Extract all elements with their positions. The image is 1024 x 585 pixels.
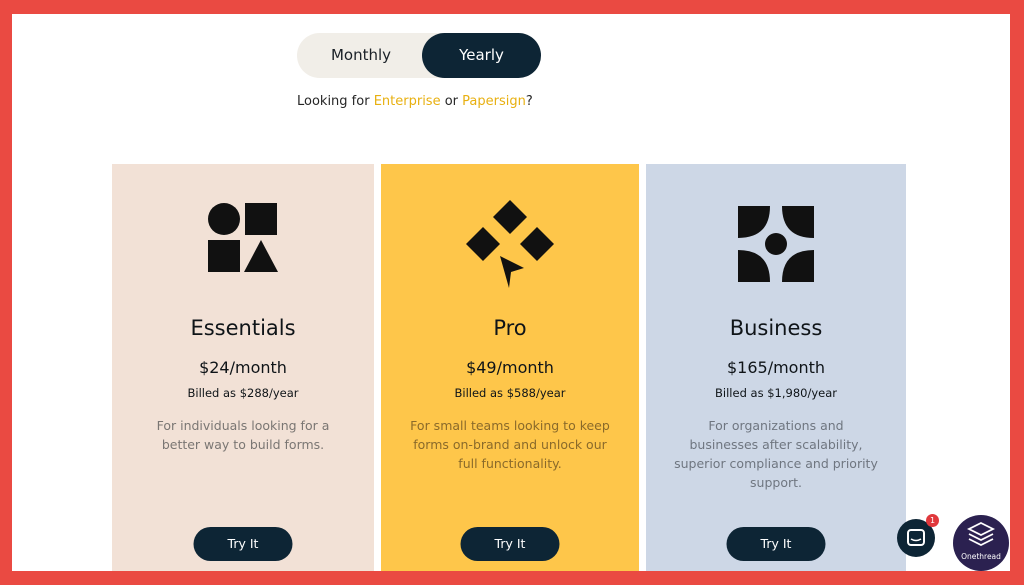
yearly-option[interactable]: Yearly bbox=[422, 33, 541, 78]
pricing-page: Monthly Yearly Looking for Enterprise or… bbox=[12, 14, 1010, 571]
looking-for-or: or bbox=[440, 94, 463, 109]
onethread-logo-icon bbox=[966, 521, 996, 547]
try-it-button[interactable]: Try It bbox=[193, 527, 293, 561]
plan-billed: Billed as $288/year bbox=[187, 386, 299, 400]
plan-billed: Billed as $1,980/year bbox=[715, 386, 837, 400]
plan-price: $49/month bbox=[466, 358, 554, 377]
plan-card-business: Business $165/month Billed as $1,980/yea… bbox=[646, 164, 906, 571]
plan-price: $165/month bbox=[726, 358, 826, 377]
plan-name: Business bbox=[729, 316, 823, 340]
plan-name: Essentials bbox=[190, 316, 296, 340]
plan-description: For small teams looking to keep forms on… bbox=[410, 418, 610, 471]
looking-for-prefix: Looking for bbox=[297, 94, 374, 109]
petals-icon bbox=[734, 202, 818, 290]
diamonds-cursor-icon bbox=[462, 198, 558, 296]
plan-description: For individuals looking for a better way… bbox=[156, 418, 330, 452]
plan-name: Pro bbox=[493, 316, 527, 340]
try-it-button[interactable]: Try It bbox=[726, 527, 826, 561]
plan-billed: Billed as $588/year bbox=[454, 386, 566, 400]
shapes-icon bbox=[207, 202, 279, 278]
papersign-link[interactable]: Papersign bbox=[462, 94, 526, 109]
chat-button[interactable]: 1 bbox=[897, 514, 939, 557]
plan-price: $24/month bbox=[199, 358, 287, 377]
looking-for-text: Looking for Enterprise or Papersign? bbox=[297, 94, 533, 109]
plan-description: For organizations and businesses after s… bbox=[674, 418, 878, 490]
try-it-button[interactable]: Try It bbox=[460, 527, 560, 561]
plan-card-pro: Pro $49/month Billed as $588/year For sm… bbox=[381, 164, 639, 571]
monthly-option[interactable]: Monthly bbox=[297, 33, 425, 78]
onethread-label: Onethread bbox=[961, 552, 1001, 561]
looking-for-suffix: ? bbox=[525, 94, 533, 109]
billing-toggle: Monthly Yearly bbox=[297, 33, 541, 78]
enterprise-link[interactable]: Enterprise bbox=[374, 94, 441, 109]
onethread-watermark: Onethread bbox=[953, 515, 1009, 571]
plan-card-essentials: Essentials $24/month Billed as $288/year… bbox=[112, 164, 374, 571]
notification-badge: 1 bbox=[926, 514, 939, 527]
